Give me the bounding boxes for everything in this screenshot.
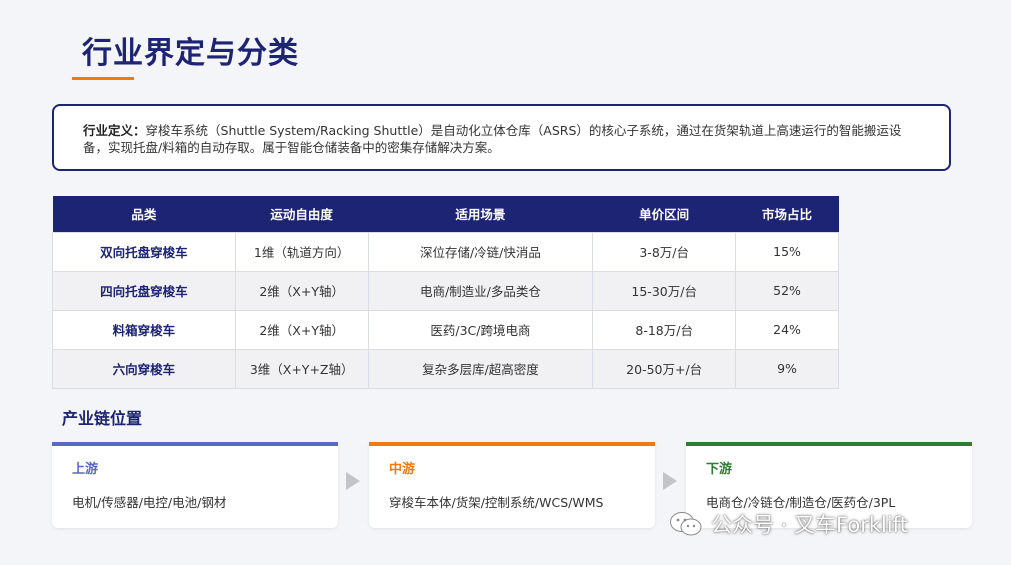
- title-underline: [72, 77, 134, 80]
- upstream-card: 上游 电机/传感器/电控/电池/钢材: [52, 442, 338, 528]
- table-row: 四向托盘穿梭车 2维（X+Y轴） 电商/制造业/多品类仓 15-30万/台 52…: [52, 270, 839, 311]
- definition-text: 穿梭车系统（Shuttle System/Racking Shuttle）是自动…: [83, 123, 902, 155]
- table-row: 六向穿梭车 3维（X+Y+Z轴） 复杂多层库/超高密度 20-50万+/台 9%: [52, 348, 839, 389]
- cell-scenario: 医药/3C/跨境电商: [367, 309, 594, 350]
- watermark-text: 公众号 · 叉车Forklift: [711, 513, 908, 537]
- cell-category: 双向托盘穿梭车: [52, 231, 236, 272]
- cell-freedom: 2维（X+Y轴）: [234, 270, 369, 311]
- table-row: 双向托盘穿梭车 1维（轨道方向） 深位存储/冷链/快消品 3-8万/台 15%: [52, 231, 839, 272]
- category-table: 品类 运动自由度 适用场景 单价区间 市场占比 双向托盘穿梭车 1维（轨道方向）…: [52, 196, 839, 389]
- cell-scenario: 深位存储/冷链/快消品: [367, 231, 594, 272]
- cell-freedom: 1维（轨道方向）: [234, 231, 369, 272]
- cell-share: 9%: [735, 348, 839, 389]
- cell-price: 3-8万/台: [592, 231, 737, 272]
- table-header-row: 品类 运动自由度 适用场景 单价区间 市场占比: [52, 196, 839, 232]
- midstream-card: 中游 穿梭车本体/货架/控制系统/WCS/WMS: [369, 442, 655, 528]
- definition-label: 行业定义：: [83, 123, 146, 138]
- header-share: 市场占比: [735, 196, 839, 232]
- cell-price: 15-30万/台: [592, 270, 737, 311]
- watermark: 公众号 · 叉车Forklift: [669, 509, 908, 539]
- header-freedom: 运动自由度: [235, 196, 369, 232]
- cell-category: 六向穿梭车: [52, 348, 236, 389]
- downstream-color-bar: [686, 442, 972, 446]
- midstream-body: 穿梭车本体/货架/控制系统/WCS/WMS: [389, 495, 604, 510]
- upstream-color-bar: [52, 442, 338, 446]
- page-title: 行业界定与分类: [82, 36, 299, 71]
- chain-arrow-icon: [346, 472, 360, 490]
- section-title-chain: 产业链位置: [62, 409, 143, 428]
- upstream-title: 上游: [72, 462, 99, 477]
- cell-share: 52%: [735, 270, 839, 311]
- downstream-title: 下游: [706, 462, 733, 477]
- cell-share: 15%: [735, 231, 839, 272]
- cell-price: 8-18万/台: [592, 309, 737, 350]
- table-row: 料箱穿梭车 2维（X+Y轴） 医药/3C/跨境电商 8-18万/台 24%: [52, 309, 839, 350]
- header-scenario: 适用场景: [368, 196, 593, 232]
- cell-freedom: 3维（X+Y+Z轴）: [234, 348, 369, 389]
- cell-category: 四向托盘穿梭车: [52, 270, 236, 311]
- cell-category: 料箱穿梭车: [52, 309, 236, 350]
- cell-price: 20-50万+/台: [592, 348, 737, 389]
- header-category: 品类: [52, 196, 236, 232]
- cell-freedom: 2维（X+Y轴）: [234, 309, 369, 350]
- cell-share: 24%: [735, 309, 839, 350]
- header-price: 单价区间: [592, 196, 736, 232]
- midstream-color-bar: [369, 442, 655, 446]
- wechat-icon: [670, 512, 702, 536]
- cell-scenario: 电商/制造业/多品类仓: [367, 270, 594, 311]
- upstream-body: 电机/传感器/电控/电池/钢材: [72, 495, 227, 510]
- chain-arrow-icon: [663, 472, 677, 490]
- cell-scenario: 复杂多层库/超高密度: [367, 348, 594, 389]
- definition-box: 行业定义：穿梭车系统（Shuttle System/Racking Shuttl…: [52, 104, 951, 171]
- midstream-title: 中游: [389, 462, 416, 477]
